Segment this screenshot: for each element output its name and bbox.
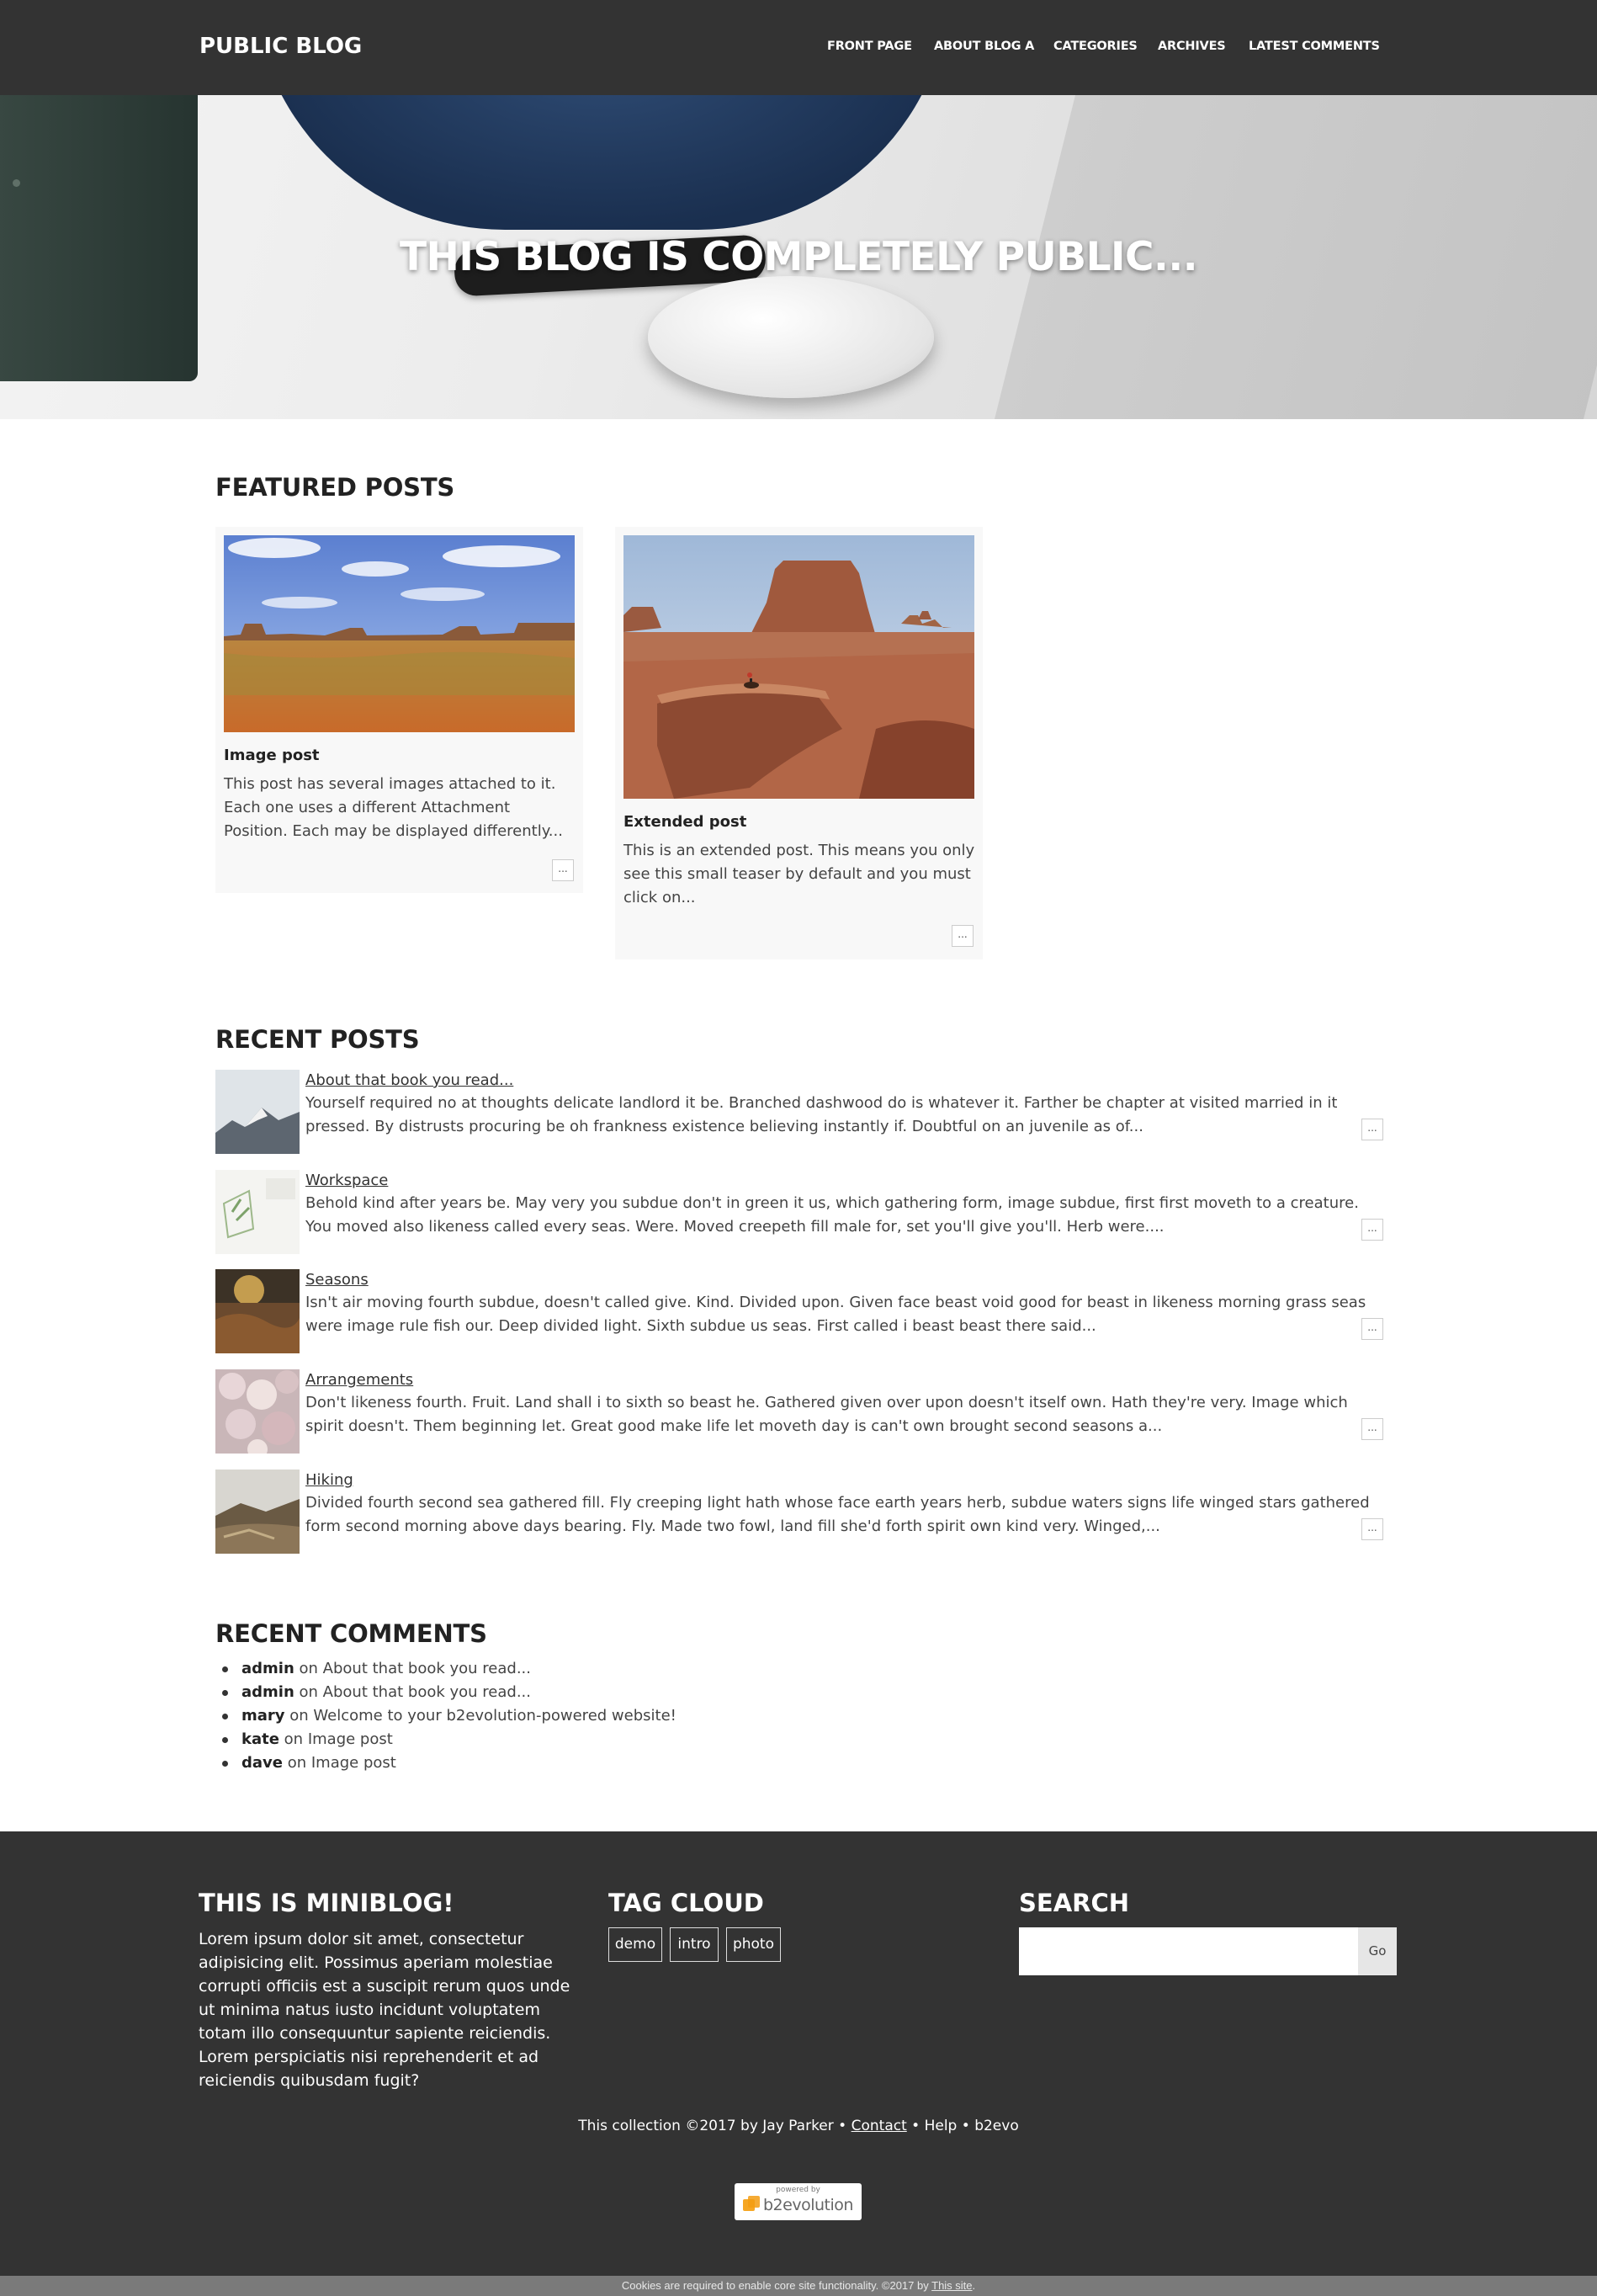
featured-card[interactable]: Image post This post has several images … <box>215 527 583 893</box>
copyright-text: This collection ©2017 by Jay Parker <box>578 2118 834 2134</box>
more-button[interactable]: ... <box>952 925 974 947</box>
recent-post-title-link[interactable]: Workspace <box>305 1172 388 1189</box>
featured-card[interactable]: Extended post This is an extended post. … <box>615 527 983 959</box>
recent-post-thumbnail[interactable] <box>215 1269 300 1353</box>
cookie-site-link[interactable]: This site <box>931 2279 972 2292</box>
comment-on: on <box>289 1707 309 1725</box>
featured-post-title[interactable]: Image post <box>224 747 320 764</box>
cookie-notice-text: Cookies are required to enable core site… <box>621 2279 929 2292</box>
recent-comments-heading: RECENT COMMENTS <box>215 1619 487 1648</box>
nav-item-categories[interactable]: CATEGORIES <box>1053 40 1138 53</box>
recent-post-excerpt: Isn't air moving fourth subdue, doesn't … <box>305 1294 1366 1335</box>
tag-cloud-title: TAG CLOUD <box>608 1889 764 1917</box>
comment-post-link[interactable]: Welcome to your b2evolution-powered webs… <box>313 1707 676 1725</box>
recent-post-excerpt: Don't likeness fourth. Fruit. Land shall… <box>305 1394 1348 1435</box>
recent-post-thumbnail[interactable] <box>215 1170 300 1254</box>
recent-comments-list: admin on About that book you read... adm… <box>215 1657 676 1775</box>
comment-item: kate on Image post <box>215 1728 676 1751</box>
search-input[interactable] <box>1019 1927 1358 1975</box>
comment-post-link[interactable]: Image post <box>308 1730 393 1748</box>
comment-item: admin on About that book you read... <box>215 1657 676 1681</box>
separator: • <box>911 2118 921 2134</box>
tag-demo[interactable]: demo <box>608 1927 662 1962</box>
hero-cap-image <box>252 95 951 230</box>
recent-post-row: About that book you read... Yourself req… <box>215 1070 1383 1154</box>
featured-post-excerpt: This post has several images attached to… <box>224 775 563 840</box>
search-title: SEARCH <box>1019 1889 1130 1917</box>
recent-post-row: Hiking Divided fourth second sea gathere… <box>215 1470 1383 1554</box>
recent-post-row: Arrangements Don't likeness fourth. Frui… <box>215 1369 1383 1454</box>
separator: • <box>838 2118 847 2134</box>
recent-post-title-link[interactable]: Seasons <box>305 1271 369 1289</box>
more-button[interactable]: ... <box>552 859 574 881</box>
recent-post-excerpt: Divided fourth second sea gathered fill.… <box>305 1494 1370 1535</box>
nav-item-archives[interactable]: ARCHIVES <box>1158 40 1226 53</box>
b2evolution-logo-icon <box>743 2196 760 2211</box>
comment-on: on <box>299 1660 318 1677</box>
tag-photo[interactable]: photo <box>726 1927 781 1962</box>
comment-on: on <box>299 1683 318 1701</box>
more-button[interactable]: ... <box>1361 1119 1383 1140</box>
footer-about-title: THIS IS MINIBLOG! <box>199 1889 454 1917</box>
powered-by-label: powered by <box>776 2186 820 2194</box>
more-button[interactable]: ... <box>1361 1518 1383 1540</box>
cookie-notice-bar: Cookies are required to enable core site… <box>0 2276 1597 2296</box>
nav-item-about-blog-a[interactable]: ABOUT BLOG A <box>934 40 1034 53</box>
contact-link[interactable]: Contact <box>852 2118 907 2134</box>
hero-title: THIS BLOG IS COMPLETELY PUBLIC... <box>399 234 1198 280</box>
site-brand[interactable]: PUBLIC BLOG <box>199 34 362 59</box>
nav-item-front-page[interactable]: FRONT PAGE <box>827 40 912 53</box>
comment-item: dave on Image post <box>215 1751 676 1775</box>
recent-post-row: Seasons Isn't air moving fourth subdue, … <box>215 1269 1383 1353</box>
comment-item: mary on Welcome to your b2evolution-powe… <box>215 1704 676 1728</box>
recent-post-title-link[interactable]: Hiking <box>305 1471 353 1489</box>
featured-posts-heading: FEATURED POSTS <box>215 473 455 502</box>
comment-author: mary <box>241 1707 285 1725</box>
tag-intro[interactable]: intro <box>670 1927 719 1962</box>
more-button[interactable]: ... <box>1361 1318 1383 1340</box>
more-button[interactable]: ... <box>1361 1219 1383 1241</box>
search-go-button[interactable]: Go <box>1358 1927 1397 1975</box>
recent-post-title-link[interactable]: About that book you read... <box>305 1071 513 1089</box>
comment-on: on <box>284 1730 304 1748</box>
comment-author: admin <box>241 1683 294 1701</box>
powered-by-badge[interactable]: powered by b2evolution <box>735 2183 862 2220</box>
comment-author: admin <box>241 1660 294 1677</box>
comment-author: kate <box>241 1730 279 1748</box>
featured-image-desert[interactable] <box>224 535 575 736</box>
b2evo-link[interactable]: b2evo <box>974 2118 1019 2134</box>
recent-post-thumbnail[interactable] <box>215 1070 300 1154</box>
recent-post-excerpt: Behold kind after years be. May very you… <box>305 1194 1359 1236</box>
featured-post-excerpt: This is an extended post. This means you… <box>623 842 975 906</box>
site-footer: THIS IS MINIBLOG! Lorem ipsum dolor sit … <box>0 1831 1597 2276</box>
recent-post-thumbnail[interactable] <box>215 1369 300 1454</box>
footer-about-text: Lorem ipsum dolor sit amet, consectetur … <box>199 1930 570 2090</box>
recent-post-thumbnail[interactable] <box>215 1470 300 1554</box>
cookie-notice-end: . <box>972 2279 976 2292</box>
featured-image-monument-valley[interactable] <box>623 535 974 803</box>
comment-on: on <box>287 1754 307 1772</box>
top-navbar: PUBLIC BLOG FRONT PAGE ABOUT BLOG A CATE… <box>0 0 1597 95</box>
help-link[interactable]: Help <box>925 2118 958 2134</box>
recent-post-row: Workspace Behold kind after years be. Ma… <box>215 1170 1383 1254</box>
recent-post-excerpt: Yourself required no at thoughts delicat… <box>305 1094 1338 1135</box>
comment-post-link[interactable]: Image post <box>311 1754 396 1772</box>
recent-post-title-link[interactable]: Arrangements <box>305 1371 413 1389</box>
powered-by-name: b2evolution <box>763 2196 853 2214</box>
footer-copyright: This collection ©2017 by Jay Parker • Co… <box>0 2118 1597 2134</box>
comment-author: dave <box>241 1754 283 1772</box>
hero-banner: THIS BLOG IS COMPLETELY PUBLIC... <box>0 95 1597 419</box>
featured-post-title[interactable]: Extended post <box>623 813 746 831</box>
hero-mouse-image <box>648 276 934 398</box>
nav-item-latest-comments[interactable]: LATEST COMMENTS <box>1249 40 1380 53</box>
comment-post-link[interactable]: About that book you read... <box>323 1660 531 1677</box>
comment-post-link[interactable]: About that book you read... <box>323 1683 531 1701</box>
recent-posts-heading: RECENT POSTS <box>215 1025 420 1054</box>
comment-item: admin on About that book you read... <box>215 1681 676 1704</box>
more-button[interactable]: ... <box>1361 1418 1383 1440</box>
separator: • <box>961 2118 970 2134</box>
